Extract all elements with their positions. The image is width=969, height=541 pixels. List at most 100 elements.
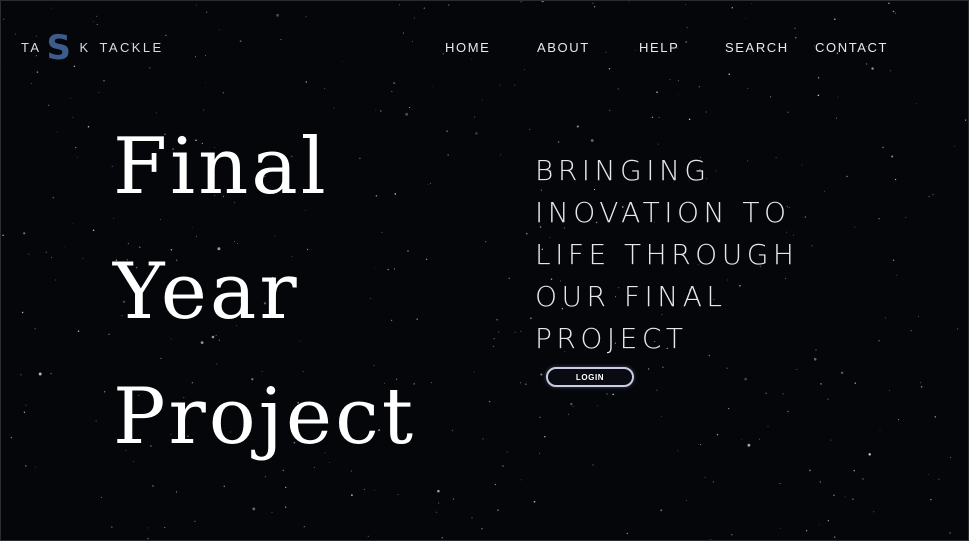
tagline-line-3: LIFE THROUGH: [535, 238, 799, 271]
star: [3, 18, 5, 20]
star: [647, 368, 650, 370]
star: [661, 416, 662, 417]
star: [367, 535, 369, 537]
nav-help-link[interactable]: HELP: [639, 40, 679, 55]
star: [567, 413, 570, 415]
nav-home-link[interactable]: HOME: [445, 40, 490, 55]
star: [175, 491, 177, 493]
star: [920, 386, 923, 388]
star: [471, 517, 473, 519]
star: [541, 0, 544, 3]
star: [651, 116, 654, 118]
star: [823, 190, 826, 192]
star: [854, 382, 856, 384]
star: [868, 453, 871, 456]
star: [801, 164, 803, 166]
star: [705, 111, 707, 113]
star: [103, 80, 105, 82]
tagline-line-2: INOVATION TO: [535, 196, 791, 229]
star: [844, 496, 846, 498]
star: [399, 4, 400, 6]
star: [779, 527, 781, 529]
star: [204, 82, 206, 84]
star: [76, 156, 78, 158]
hero-tagline: BRINGING INOVATION TO LIFE THROUGH OUR F…: [535, 150, 798, 360]
star: [956, 328, 959, 330]
star: [770, 96, 771, 98]
tagline-line-1: BRINGING: [535, 154, 711, 187]
star: [452, 498, 455, 500]
star: [152, 485, 154, 487]
star: [830, 439, 832, 441]
star: [496, 319, 498, 321]
star: [540, 373, 543, 376]
star: [728, 73, 730, 76]
star: [862, 478, 864, 480]
star: [72, 116, 74, 118]
star: [894, 178, 897, 181]
star: [811, 245, 813, 247]
star: [428, 183, 430, 185]
star: [305, 16, 307, 18]
star: [796, 368, 798, 371]
star: [688, 118, 691, 121]
star: [451, 429, 454, 432]
star: [485, 241, 487, 243]
nav-about-link[interactable]: ABOUT: [537, 40, 590, 55]
star: [795, 37, 797, 39]
star: [500, 154, 502, 156]
star: [435, 511, 438, 514]
star: [892, 259, 895, 262]
hero-title-line-3: Project: [113, 372, 417, 462]
star: [592, 2, 594, 4]
star: [530, 317, 532, 319]
star: [677, 94, 679, 96]
star: [572, 405, 574, 407]
star: [928, 196, 930, 198]
star: [873, 511, 875, 513]
star: [576, 125, 579, 128]
star: [403, 32, 404, 34]
star: [626, 532, 628, 535]
login-button[interactable]: LOGIN: [546, 367, 634, 387]
star: [662, 366, 664, 368]
star: [205, 11, 208, 13]
star: [593, 6, 596, 8]
star: [606, 393, 608, 395]
star: [473, 371, 475, 373]
star: [949, 456, 952, 459]
star: [82, 258, 84, 259]
star: [54, 279, 56, 281]
star: [482, 438, 484, 440]
star: [111, 526, 113, 528]
star: [927, 474, 929, 475]
star: [731, 534, 733, 536]
star: [513, 84, 516, 86]
star: [891, 155, 894, 158]
nav-search-link[interactable]: SEARCH: [725, 40, 789, 55]
star: [28, 253, 30, 255]
star: [23, 232, 26, 235]
star: [391, 91, 393, 92]
star: [716, 434, 719, 436]
star: [324, 88, 326, 90]
star: [519, 382, 521, 384]
star: [25, 404, 27, 406]
star: [805, 530, 808, 532]
star: [817, 94, 820, 97]
star: [815, 349, 817, 351]
star: [854, 226, 856, 228]
star: [25, 465, 27, 467]
star: [146, 527, 149, 529]
nav-contact-link[interactable]: CONTACT: [815, 40, 888, 55]
star: [597, 405, 598, 406]
star: [488, 400, 491, 403]
tagline-line-4: OUR FINAL: [535, 280, 727, 313]
star: [765, 392, 767, 395]
star: [425, 258, 428, 260]
star: [164, 527, 166, 529]
star: [782, 393, 784, 395]
star: [481, 99, 483, 101]
star: [612, 393, 614, 396]
star: [285, 506, 287, 508]
